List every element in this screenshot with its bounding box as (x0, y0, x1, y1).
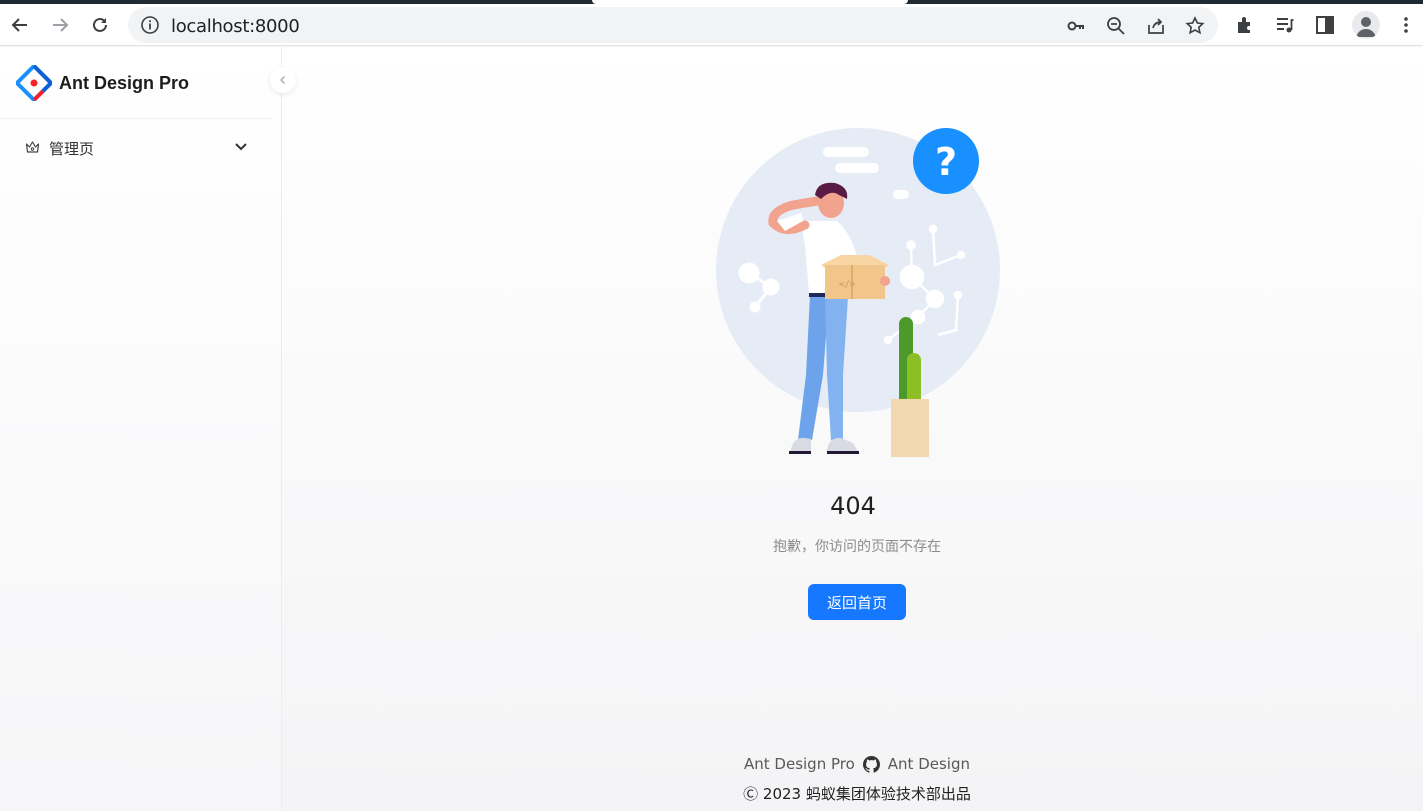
app-layout: Ant Design Pro 管理页 ? </> 404 抱歉，你访问的页面不存… (0, 47, 1423, 811)
error-subtitle: 抱歉，你访问的页面不存在 (773, 539, 941, 555)
share-icon[interactable] (1145, 15, 1167, 37)
logo-row[interactable]: Ant Design Pro (0, 47, 272, 119)
back-home-button[interactable]: 返回首页 (808, 584, 906, 620)
site-info-icon[interactable] (140, 15, 160, 35)
sidebar-item-admin[interactable]: 管理页 (8, 129, 264, 165)
extensions-puzzle-icon[interactable] (1234, 14, 1256, 36)
media-queue-icon[interactable] (1274, 14, 1296, 36)
chevron-down-icon (235, 143, 247, 151)
github-icon[interactable] (862, 755, 880, 773)
forward-button[interactable] (45, 10, 75, 40)
svg-text:?: ? (935, 140, 957, 184)
address-bar[interactable]: localhost:8000 (128, 7, 1218, 43)
copyright-text: Ⓒ 2023 蚂蚁集团体验技术部出品 (743, 785, 971, 803)
not-found-illustration: ? </> (716, 128, 1000, 457)
browser-toolbar: localhost:8000 (0, 4, 1423, 46)
arrow-left-icon (11, 18, 27, 32)
side-panel-icon[interactable] (1314, 14, 1336, 36)
more-vertical-icon[interactable] (1395, 14, 1417, 36)
sidebar: Ant Design Pro 管理页 (0, 47, 282, 811)
back-button[interactable] (5, 10, 35, 40)
arrow-right-icon (53, 18, 69, 32)
profile-avatar[interactable] (1352, 11, 1380, 39)
crown-icon (25, 141, 40, 153)
bookmark-star-icon[interactable] (1184, 15, 1206, 37)
sidebar-item-label: 管理页 (49, 140, 95, 158)
main-content: ? </> 404 抱歉，你访问的页面不存在 返回首页 Ant Design P… (283, 47, 1423, 811)
url-text: localhost:8000 (171, 16, 300, 37)
ant-design-logo-icon (16, 65, 52, 101)
footer-link-pro[interactable]: Ant Design Pro (744, 755, 855, 773)
key-icon[interactable] (1065, 15, 1087, 37)
footer-link-antd[interactable]: Ant Design (888, 755, 970, 773)
zoom-out-icon[interactable] (1105, 15, 1127, 37)
person-icon (1356, 17, 1376, 37)
footer-links: Ant Design Pro Ant Design (283, 755, 1423, 773)
svg-text:</>: </> (839, 280, 856, 290)
reload-icon (93, 17, 107, 32)
logo-text: Ant Design Pro (59, 73, 190, 93)
error-code: 404 (830, 492, 876, 520)
reload-button[interactable] (85, 10, 115, 40)
